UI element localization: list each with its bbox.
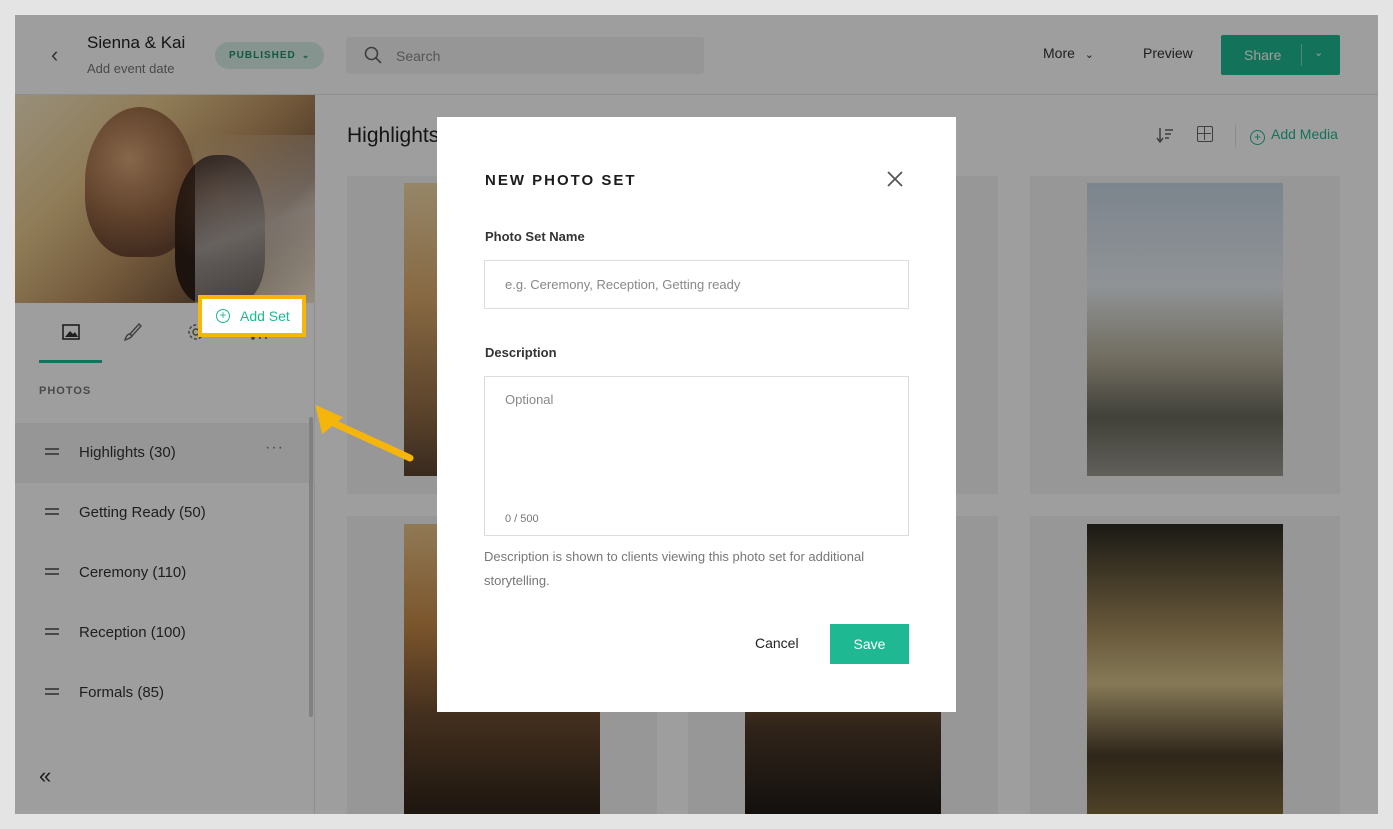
add-set-button[interactable]: + Add Set bbox=[198, 295, 306, 337]
save-button[interactable]: Save bbox=[830, 624, 909, 664]
plus-circle-icon: + bbox=[216, 309, 230, 323]
description-textarea[interactable] bbox=[484, 376, 909, 536]
app-window: ‹ Sienna & Kai Add event date PUBLISHED ⌄… bbox=[15, 15, 1378, 814]
new-photo-set-dialog: NEW PHOTO SET Photo Set Name Description… bbox=[437, 117, 956, 712]
cancel-button[interactable]: Cancel bbox=[755, 635, 799, 651]
add-set-label: Add Set bbox=[240, 308, 290, 324]
dialog-title: NEW PHOTO SET bbox=[485, 172, 637, 189]
photo-set-name-input[interactable] bbox=[484, 260, 909, 309]
character-counter: 0 / 500 bbox=[505, 513, 539, 525]
description-label: Description bbox=[485, 345, 557, 360]
description-help-text: Description is shown to clients viewing … bbox=[484, 549, 865, 588]
callout-arrow-icon bbox=[315, 404, 414, 462]
close-icon[interactable] bbox=[885, 169, 905, 189]
photo-set-name-label: Photo Set Name bbox=[485, 229, 585, 244]
